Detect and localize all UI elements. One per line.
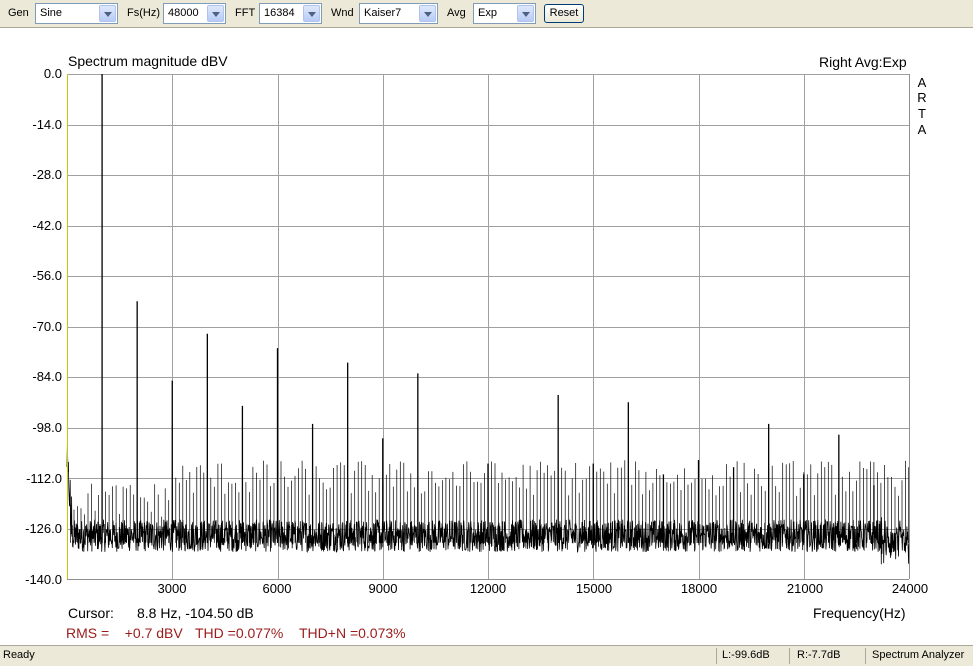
status-mode: Spectrum Analyzer: [872, 649, 965, 661]
brand-letter: A: [917, 75, 927, 90]
x-tick-label: 9000: [368, 581, 398, 596]
status-left-level: L:-99.6dB: [722, 649, 770, 661]
y-tick-label: -56.0: [32, 268, 62, 283]
gen-label: Gen: [8, 7, 29, 19]
thdn-readout: THD+N =0.073%: [299, 625, 406, 641]
sample-rate-select-value: 48000: [168, 7, 199, 19]
x-axis-label: Frequency(Hz): [813, 605, 906, 621]
noise-floor-trace: [66, 442, 910, 565]
x-tick-label: 18000: [680, 581, 718, 596]
frame-layer: [67, 74, 910, 580]
y-tick-label: 0.0: [43, 66, 62, 81]
y-tick-label: -84.0: [32, 369, 62, 384]
chevron-down-icon[interactable]: [517, 5, 534, 22]
averaging-select-value: Exp: [478, 7, 497, 19]
toolbar: Gen Sine Fs(Hz) 48000 FFT 16384 Wnd Kais…: [0, 0, 973, 28]
y-tick-label: -140.0: [25, 572, 62, 587]
brand-letter: A: [917, 122, 927, 137]
status-bar: Ready L:-99.6dB R:-7.7dB Spectrum Analyz…: [0, 645, 973, 666]
generator-select[interactable]: Sine: [35, 3, 118, 24]
x-tick-label: 3000: [157, 581, 187, 596]
spectrum-plot[interactable]: Spectrum magnitude dBV Right Avg:Exp A R…: [0, 28, 973, 645]
generator-select-value: Sine: [40, 7, 63, 19]
averaging-select[interactable]: Exp: [473, 3, 536, 24]
x-tick-label: 15000: [575, 581, 613, 596]
status-divider: [716, 648, 717, 664]
spur-comb-trace: [70, 460, 906, 543]
chevron-down-icon[interactable]: [419, 5, 436, 22]
chevron-down-icon[interactable]: [99, 5, 116, 22]
y-tick-label: -70.0: [32, 319, 62, 334]
x-tick-label: 24000: [891, 581, 929, 596]
brand-letter: T: [918, 106, 926, 121]
y-tick-label: -98.0: [32, 420, 62, 435]
chart-subtitle: Right Avg:Exp: [819, 54, 907, 70]
wnd-label: Wnd: [331, 7, 354, 19]
brand-letter: R: [917, 90, 927, 105]
x-tick-label: 21000: [786, 581, 824, 596]
chart-title: Spectrum magnitude dBV: [68, 53, 228, 69]
fft-label: FFT: [235, 7, 256, 19]
x-tick-label: 12000: [469, 581, 507, 596]
status-ready: Ready: [3, 649, 35, 661]
status-divider: [789, 648, 790, 664]
status-right-level: R:-7.7dB: [797, 649, 841, 661]
window-select[interactable]: Kaiser7: [359, 3, 438, 24]
y-tick-label: -42.0: [32, 218, 62, 233]
y-tick-label: -126.0: [25, 521, 62, 536]
spectrum-chart-svg: [66, 74, 910, 580]
thd-readout: THD =0.077%: [195, 625, 284, 641]
fft-size-select-value: 16384: [264, 7, 295, 19]
y-tick-label: -112.0: [26, 471, 62, 486]
cursor-readout: 8.8 Hz, -104.50 dB: [137, 605, 254, 621]
status-divider: [865, 648, 866, 664]
chevron-down-icon[interactable]: [207, 5, 224, 22]
trace-layer: [66, 74, 910, 565]
cursor-label: Cursor:: [68, 605, 114, 621]
y-tick-label: -28.0: [32, 167, 62, 182]
chevron-down-icon[interactable]: [303, 5, 320, 22]
window-select-value: Kaiser7: [364, 7, 402, 19]
grid-layer: [67, 74, 910, 580]
sample-rate-select[interactable]: 48000: [163, 3, 226, 24]
rms-readout: RMS = +0.7 dBV: [66, 625, 183, 641]
fs-label: Fs(Hz): [127, 7, 160, 19]
fft-size-select[interactable]: 16384: [259, 3, 322, 24]
x-tick-label: 6000: [262, 581, 292, 596]
reset-button[interactable]: Reset: [544, 4, 584, 23]
avg-label: Avg: [447, 7, 466, 19]
y-tick-label: -14.0: [32, 117, 62, 132]
